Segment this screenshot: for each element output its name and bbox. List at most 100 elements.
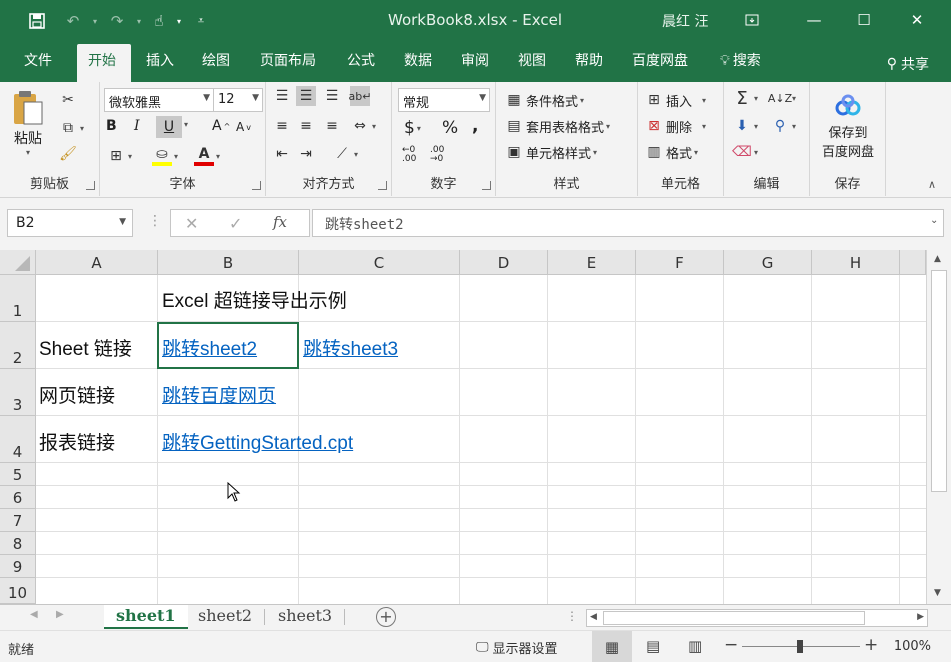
increase-indent-icon[interactable]: ⇥ [296, 144, 316, 164]
formula-bar-grip-icon[interactable]: ⋮ [148, 213, 162, 229]
tab-formulas[interactable]: 公式 [343, 44, 379, 82]
cell-a3[interactable]: 网页链接 [39, 381, 115, 408]
align-left-icon[interactable]: ≡ [272, 116, 292, 136]
copy-button[interactable]: ⧉ ▾ [58, 118, 84, 138]
autosum-button[interactable]: Σ ▾ [732, 88, 758, 109]
column-header-d[interactable]: D [460, 250, 548, 275]
collapse-ribbon-icon[interactable]: ∧ [928, 178, 936, 191]
scroll-sheets-left-icon[interactable]: ◀ [30, 609, 38, 620]
ribbon-display-icon[interactable] [738, 8, 766, 32]
save-icon[interactable] [26, 10, 48, 32]
tab-file[interactable]: 文件 [20, 44, 56, 82]
undo-dropdown-icon[interactable]: ▾ [84, 10, 106, 32]
row-header-8[interactable]: 8 [0, 532, 36, 555]
vertical-scroll-thumb[interactable] [931, 270, 947, 492]
cell-c2-link[interactable]: 跳转sheet3 [303, 334, 398, 361]
formula-input[interactable]: 跳转sheet2 [312, 209, 944, 237]
vertical-scrollbar[interactable]: ▲ ▼ [926, 250, 951, 604]
column-header-next[interactable] [900, 250, 926, 275]
row-header-3[interactable]: 3 [0, 369, 36, 416]
sheet-tab-3[interactable]: sheet3 [266, 605, 344, 629]
column-header-a[interactable]: A [36, 250, 158, 275]
decrease-decimal-icon[interactable]: .00 →0 [430, 146, 444, 164]
row-header-7[interactable]: 7 [0, 509, 36, 532]
increase-decimal-icon[interactable]: ←0.00 [402, 146, 416, 164]
borders-button[interactable]: ⊞ ▾ [106, 146, 132, 166]
column-header-g[interactable]: G [724, 250, 812, 275]
clear-button[interactable]: ⌫ ▾ [732, 142, 758, 162]
zoom-level[interactable]: 100% [894, 639, 931, 654]
zoom-out-icon[interactable]: − [724, 635, 738, 655]
column-header-c[interactable]: C [299, 250, 460, 275]
format-painter-button[interactable]: 🖌︎ [58, 144, 78, 164]
insert-function-icon[interactable]: fx [273, 213, 287, 231]
tab-baidu-netdisk[interactable]: 百度网盘 [628, 44, 692, 82]
name-box-dropdown-icon[interactable]: ▼ [119, 217, 126, 227]
touch-dropdown-icon[interactable]: ▾ [168, 10, 190, 32]
row-header-6[interactable]: 6 [0, 486, 36, 509]
save-to-baidu-button[interactable]: 保存到 百度网盘 [816, 92, 880, 160]
row-header-9[interactable]: 9 [0, 555, 36, 578]
delete-cells-button[interactable]: ⊠ 删除 ▾ [644, 116, 706, 136]
insert-cells-button[interactable]: ⊞ 插入 ▾ [644, 90, 706, 110]
scroll-right-icon[interactable]: ▶ [917, 612, 924, 622]
add-sheet-icon[interactable]: + [376, 607, 396, 627]
column-header-e[interactable]: E [548, 250, 636, 275]
underline-button[interactable]: U [156, 116, 182, 138]
horizontal-scrollbar[interactable]: ◀ ▶ [586, 609, 928, 627]
align-center-icon[interactable]: ≡ [296, 116, 316, 136]
redo-icon[interactable]: ↷ [106, 10, 128, 32]
underline-dropdown-icon[interactable]: ▾ [184, 120, 188, 129]
font-name-combo[interactable]: 微软雅黑 ▼ [104, 88, 214, 112]
paste-button[interactable]: 粘贴 ▾ [10, 88, 46, 157]
sort-filter-button[interactable]: A↓Z ▾ [768, 88, 796, 108]
align-bottom-icon[interactable]: ☰ [322, 86, 342, 106]
decrease-font-icon[interactable]: Av [236, 120, 251, 134]
font-color-button[interactable]: A ▾ [194, 146, 220, 166]
format-cells-button[interactable]: ▥ 格式 ▾ [644, 142, 698, 162]
scroll-up-icon[interactable]: ▲ [934, 254, 941, 264]
scroll-left-icon[interactable]: ◀ [590, 612, 597, 622]
column-header-b[interactable]: B [158, 250, 299, 275]
orientation-button[interactable]: ⟋ ▾ [332, 144, 358, 164]
decrease-indent-icon[interactable]: ⇤ [272, 144, 292, 164]
normal-view-icon[interactable]: ▦ [592, 631, 632, 662]
font-launcher-icon[interactable] [252, 181, 261, 190]
cut-button[interactable]: ✂ [58, 90, 78, 110]
number-format-combo[interactable]: 常规 ▼ [398, 88, 490, 112]
tab-search[interactable]: 💡︎ 搜索 [716, 44, 765, 82]
user-name[interactable]: 晨红 汪 [662, 11, 708, 31]
cell-b4-link[interactable]: 跳转GettingStarted.cpt [162, 428, 353, 455]
tab-view[interactable]: 视图 [514, 44, 550, 82]
cell-a4[interactable]: 报表链接 [39, 428, 115, 455]
page-break-view-icon[interactable]: ▥ [688, 637, 702, 655]
increase-font-icon[interactable]: A ^ [212, 118, 230, 134]
scroll-down-icon[interactable]: ▼ [934, 588, 941, 598]
merge-center-button[interactable]: ⇔ ▾ [350, 116, 376, 136]
cell-styles-button[interactable]: ▣ 单元格样式 ▾ [504, 142, 597, 162]
tab-review[interactable]: 审阅 [457, 44, 493, 82]
name-box[interactable]: B2 ▼ [7, 209, 133, 237]
select-all-button[interactable] [0, 250, 36, 275]
redo-dropdown-icon[interactable]: ▾ [128, 10, 150, 32]
share-button[interactable]: ⚲ 共享 [887, 54, 929, 74]
fill-color-button[interactable]: ⛀ ▾ [152, 146, 178, 166]
format-as-table-button[interactable]: ▤ 套用表格格式 ▾ [504, 116, 610, 136]
currency-button[interactable]: $ ▾ [404, 118, 421, 138]
tab-page-layout[interactable]: 页面布局 [256, 44, 320, 82]
sheet-tab-2[interactable]: sheet2 [186, 605, 264, 629]
fill-button[interactable]: ⬇ ▾ [732, 116, 758, 136]
zoom-slider-thumb[interactable] [797, 640, 803, 653]
row-header-4[interactable]: 4 [0, 416, 36, 463]
page-layout-view-icon[interactable]: ▤ [646, 637, 660, 655]
cell-b1[interactable]: Excel 超链接导出示例 [162, 286, 347, 313]
align-top-icon[interactable]: ☰ [272, 86, 292, 106]
maximize-icon[interactable]: ☐ [850, 8, 878, 32]
alignment-launcher-icon[interactable] [378, 181, 387, 190]
minimize-icon[interactable]: — [800, 8, 828, 32]
align-right-icon[interactable]: ≡ [322, 116, 342, 136]
scroll-sheets-right-icon[interactable]: ▶ [56, 609, 64, 620]
bold-button[interactable]: B [106, 118, 117, 134]
wrap-text-icon[interactable]: ab↵ [349, 86, 371, 106]
column-header-f[interactable]: F [636, 250, 724, 275]
